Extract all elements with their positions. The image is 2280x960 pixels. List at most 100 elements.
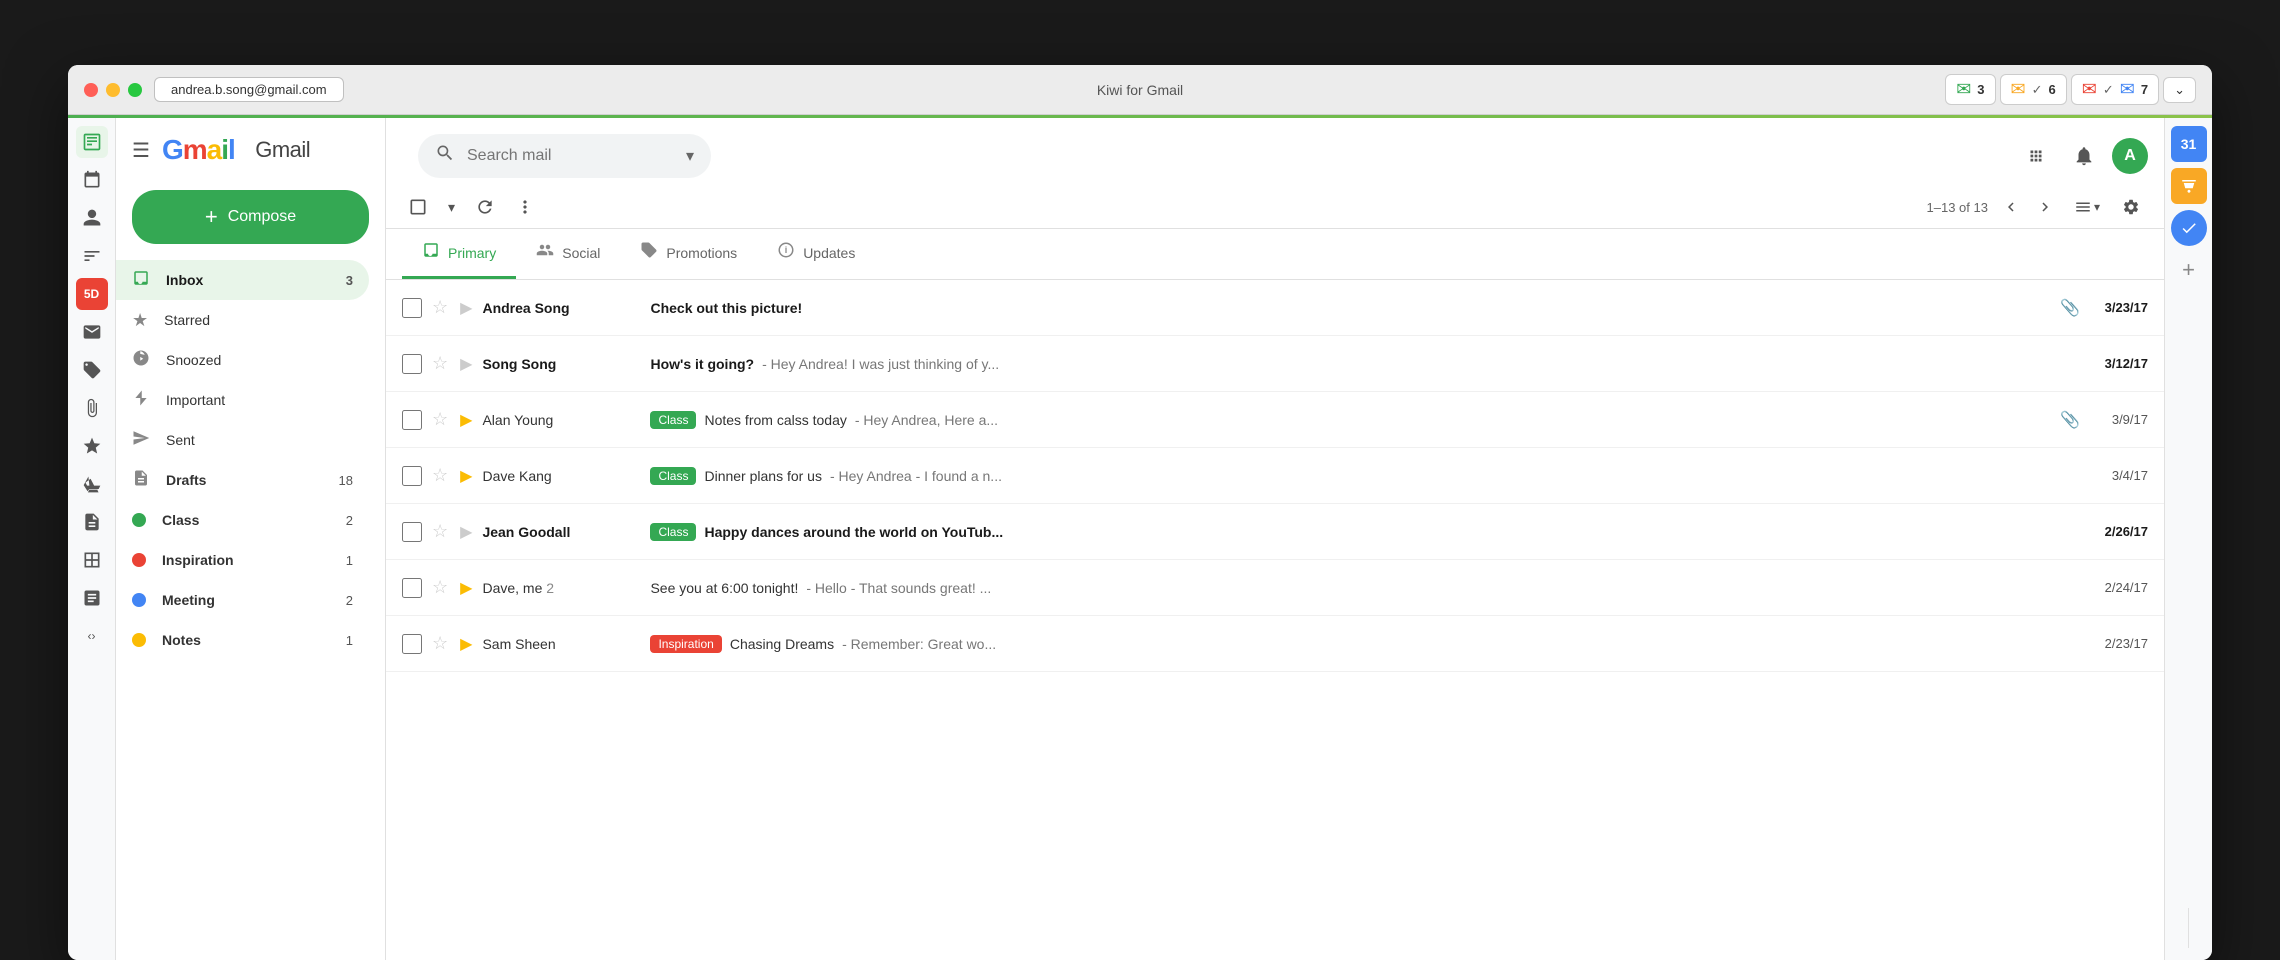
email-checkbox-1[interactable] (402, 298, 422, 318)
mail-group-3: ✉ ✓ ✉ 7 (2071, 74, 2159, 105)
star-icon-6[interactable]: ☆ (432, 577, 448, 598)
email-checkbox-5[interactable] (402, 522, 422, 542)
email-meta-2: 3/12/17 (2088, 356, 2148, 371)
drafts-icon (132, 469, 150, 492)
svg-text:i: i (785, 245, 788, 255)
email-checkbox-3[interactable] (402, 410, 422, 430)
sidebar-item-inbox[interactable]: Inbox 3 (116, 260, 369, 300)
compose-button[interactable]: + Compose (132, 190, 369, 244)
toolbar-down-group[interactable]: ⌄ (2163, 77, 2196, 103)
important-icon-5[interactable]: ▶ (460, 522, 472, 542)
tab-updates[interactable]: i Updates (757, 229, 875, 279)
email-row[interactable]: ☆ ▶ Dave, me 2 See you at 6:00 tonight! … (386, 560, 2164, 616)
mail-group-2: ✉ ✓ 6 (2000, 74, 2067, 105)
sidebar-item-class[interactable]: Class 2 (116, 500, 369, 540)
minimize-button[interactable] (106, 83, 120, 97)
close-button[interactable] (84, 83, 98, 97)
add-addon-icon[interactable]: + (2171, 252, 2207, 288)
rail-compose-icon[interactable] (76, 126, 108, 158)
sidebar-item-notes[interactable]: Notes 1 (116, 620, 369, 660)
email-row[interactable]: ☆ ▶ Dave Kang Class Dinner plans for us … (386, 448, 2164, 504)
important-icon-2[interactable]: ▶ (460, 354, 472, 374)
hamburger-button[interactable]: ☰ (132, 138, 150, 163)
sidebar-item-meeting[interactable]: Meeting 2 (116, 580, 369, 620)
keep-icon[interactable] (2171, 168, 2207, 204)
inspiration-label: Inspiration (162, 552, 330, 568)
rail-more-icon[interactable]: ‹› (76, 620, 108, 652)
sidebar-item-sent[interactable]: Sent (116, 420, 369, 460)
preview-4: - Hey Andrea - I found a n... (830, 468, 1002, 484)
refresh-button[interactable] (469, 191, 501, 223)
rail-attachment-icon[interactable] (76, 392, 108, 424)
sidebar-item-starred[interactable]: ★ Starred (116, 300, 369, 340)
apps-button[interactable] (2016, 136, 2056, 176)
toolbar-icon-groups: ✉ 3 ✉ ✓ 6 ✉ ✓ ✉ 7 ⌄ (1945, 74, 2196, 105)
email-checkbox-2[interactable] (402, 354, 422, 374)
important-icon-6[interactable]: ▶ (460, 578, 472, 598)
starred-icon: ★ (132, 310, 148, 331)
select-dropdown-button[interactable]: ▾ (442, 193, 461, 222)
star-icon-2[interactable]: ☆ (432, 353, 448, 374)
email-checkbox-4[interactable] (402, 466, 422, 486)
main-content: 5D ‹› (68, 118, 2212, 960)
rail-mail-icon[interactable] (76, 316, 108, 348)
tasks-icon[interactable] (2171, 210, 2207, 246)
star-icon-3[interactable]: ☆ (432, 409, 448, 430)
meeting-count: 2 (346, 593, 353, 608)
rail-drive-icon[interactable] (76, 468, 108, 500)
rail-contacts-icon[interactable] (76, 202, 108, 234)
rail-doc2-icon[interactable] (76, 582, 108, 614)
avatar[interactable]: A (2112, 138, 2148, 174)
rail-doc-icon[interactable] (76, 506, 108, 538)
email-checkbox-7[interactable] (402, 634, 422, 654)
star-icon-7[interactable]: ☆ (432, 633, 448, 654)
next-page-button[interactable] (2030, 192, 2060, 222)
email-row[interactable]: ☆ ▶ Jean Goodall Class Happy dances arou… (386, 504, 2164, 560)
pagination-nav (1996, 192, 2060, 222)
rail-tag-icon[interactable] (76, 354, 108, 386)
star-icon-1[interactable]: ☆ (432, 297, 448, 318)
window-title: Kiwi for Gmail (1097, 82, 1183, 98)
tab-social[interactable]: Social (516, 229, 620, 279)
email-preview-6: See you at 6:00 tonight! - Hello - That … (650, 580, 2080, 596)
maximize-button[interactable] (128, 83, 142, 97)
notifications-button[interactable] (2064, 136, 2104, 176)
sidebar-item-important[interactable]: Important (116, 380, 369, 420)
important-icon-1[interactable]: ▶ (460, 298, 472, 318)
social-tab-label: Social (562, 245, 600, 261)
sidebar-item-snoozed[interactable]: Snoozed (116, 340, 369, 380)
pagination-info: 1–13 of 13 (1927, 200, 1988, 215)
sidebar-item-inspiration[interactable]: Inspiration 1 (116, 540, 369, 580)
email-row[interactable]: ☆ ▶ Andrea Song Check out this picture! … (386, 280, 2164, 336)
email-row[interactable]: ☆ ▶ Alan Young Class Notes from calss to… (386, 392, 2164, 448)
tab-primary[interactable]: Primary (402, 229, 516, 279)
more-options-button[interactable] (509, 191, 541, 223)
email-row[interactable]: ☆ ▶ Song Song How's it going? - Hey Andr… (386, 336, 2164, 392)
important-icon-4[interactable]: ▶ (460, 466, 472, 486)
important-icon-7[interactable]: ▶ (460, 634, 472, 654)
address-tab-label[interactable]: andrea.b.song@gmail.com (154, 77, 344, 102)
rail-calendar-icon[interactable] (76, 164, 108, 196)
star-icon-5[interactable]: ☆ (432, 521, 448, 542)
select-checkbox-button[interactable] (402, 191, 434, 223)
rail-calendar2-icon[interactable]: 5D (76, 278, 108, 310)
search-dropdown-icon[interactable]: ▾ (686, 146, 694, 166)
calendar-widget[interactable]: 31 (2171, 126, 2207, 162)
email-checkbox-6[interactable] (402, 578, 422, 598)
subject-3: Notes from calss today (704, 412, 846, 428)
email-row[interactable]: ☆ ▶ Sam Sheen Inspiration Chasing Dreams… (386, 616, 2164, 672)
rail-table-icon[interactable] (76, 544, 108, 576)
rail-filter-icon[interactable] (76, 240, 108, 272)
prev-page-button[interactable] (1996, 192, 2026, 222)
view-options-button[interactable]: ▾ (2068, 192, 2106, 222)
date-2: 3/12/17 (2088, 356, 2148, 371)
rail-star-icon[interactable] (76, 430, 108, 462)
settings-button[interactable] (2114, 190, 2148, 224)
tab-promotions[interactable]: Promotions (620, 229, 757, 279)
sidebar-item-drafts[interactable]: Drafts 18 (116, 460, 369, 500)
inspiration-tag-7: Inspiration (650, 635, 721, 653)
search-input[interactable] (467, 147, 674, 165)
sender-1: Andrea Song (482, 300, 642, 316)
important-icon-3[interactable]: ▶ (460, 410, 472, 430)
star-icon-4[interactable]: ☆ (432, 465, 448, 486)
